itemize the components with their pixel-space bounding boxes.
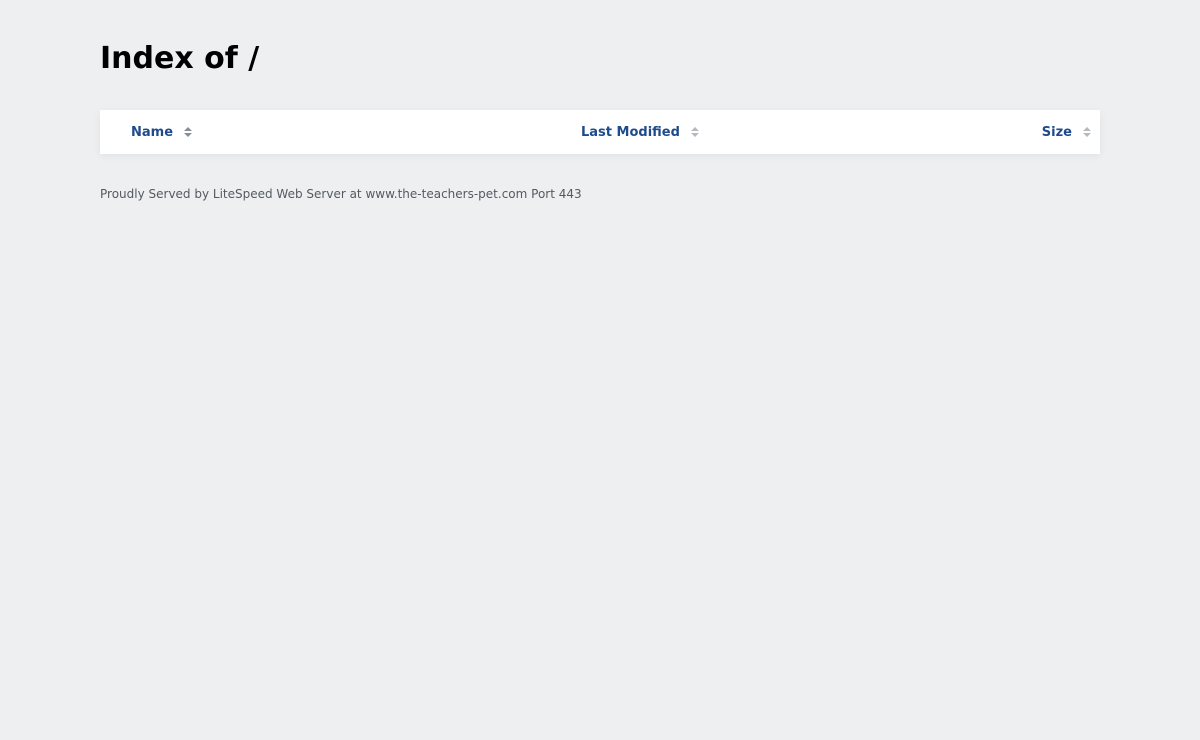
sort-icon[interactable] bbox=[690, 126, 699, 138]
column-header-name-label[interactable]: Name bbox=[131, 125, 173, 140]
page-title: Index of / bbox=[100, 41, 260, 76]
column-header-name[interactable]: Name bbox=[131, 110, 193, 154]
column-header-last-modified-label[interactable]: Last Modified bbox=[581, 125, 680, 140]
sort-icon[interactable] bbox=[1083, 126, 1091, 138]
listing-table: Name Last Modified Size bbox=[100, 110, 1100, 154]
column-header-size[interactable]: Size bbox=[1042, 110, 1091, 154]
column-header-last-modified[interactable]: Last Modified bbox=[581, 110, 699, 154]
sort-icon[interactable] bbox=[184, 126, 193, 138]
server-footer: Proudly Served by LiteSpeed Web Server a… bbox=[100, 187, 582, 201]
directory-listing-page: Index of / Name Last Modified Size Proud… bbox=[0, 0, 1200, 740]
column-header-size-label[interactable]: Size bbox=[1042, 125, 1072, 140]
